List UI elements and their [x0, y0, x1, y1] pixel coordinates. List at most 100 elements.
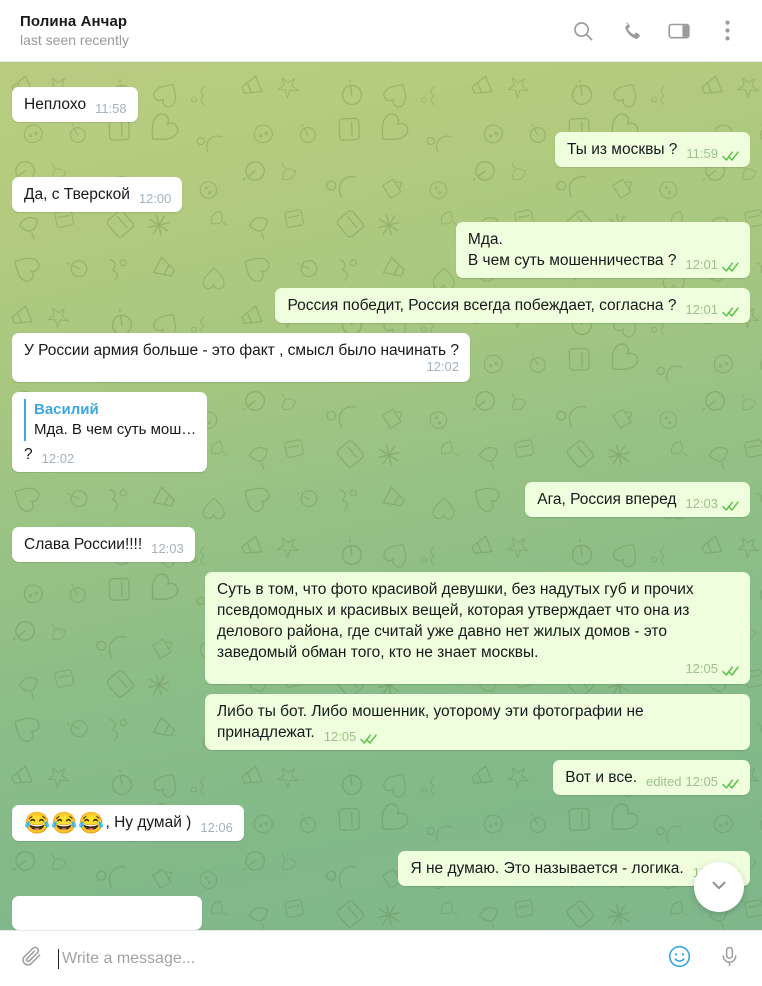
reply-quote-author: Василий	[34, 401, 99, 418]
message-text: 😂😂😂, Ну думай )	[24, 812, 192, 835]
message-timestamp: 12:01	[685, 257, 718, 272]
message-text: Либо ты бот. Либо мошенник, уоторому эти…	[217, 703, 648, 741]
sidebar-panel-button[interactable]	[660, 12, 698, 50]
message-row: Либо ты бот. Либо мошенник, уоторому эти…	[12, 694, 750, 750]
read-receipt-double-check-icon	[722, 500, 739, 512]
message-text: У России армия больше - это факт , смысл…	[24, 342, 460, 359]
search-icon	[572, 20, 594, 42]
message-meta: 12:03	[685, 496, 739, 512]
message-text: Неплохо	[24, 96, 87, 113]
emoji-button[interactable]	[664, 944, 694, 974]
message-row: Ты из москвы ? 11:59	[12, 132, 750, 167]
outgoing-message-bubble[interactable]: Ты из москвы ? 11:59	[555, 132, 750, 167]
message-timestamp: 12:00	[138, 191, 172, 206]
incoming-message-bubble[interactable]	[12, 896, 202, 930]
message-row: Слава России!!!! 12:03	[12, 527, 750, 562]
message-row: 😂😂😂, Ну думай ) 12:06	[12, 805, 750, 841]
message-timestamp: 12:01	[685, 302, 718, 317]
read-receipt-double-check-icon	[722, 778, 739, 790]
message-row: Я не думаю. Это называется - логика.12:0	[12, 851, 750, 886]
read-receipt-double-check-icon	[722, 665, 739, 677]
message-row: Вот и все. edited 12:05	[12, 760, 750, 795]
message-timestamp: 11:59	[686, 146, 718, 161]
composer-actions	[664, 944, 744, 974]
smiley-icon	[667, 944, 692, 974]
message-meta: 12:00	[139, 191, 172, 207]
attach-button[interactable]	[14, 942, 48, 976]
emoji-run: 😂😂😂	[24, 812, 106, 835]
telegram-chat-window: Полина Анчар last seen recently Неплохо …	[0, 0, 762, 986]
message-text: ?	[24, 446, 33, 463]
chat-message-area[interactable]: Неплохо 11:58 Ты из москвы ? 11:59 Да, с Тве…	[0, 62, 762, 930]
message-timestamp: 12:02	[41, 451, 75, 466]
message-text: Суть в том, что фото красивой девушки, б…	[217, 581, 698, 661]
message-input[interactable]	[59, 949, 664, 968]
message-row: Василий Мда. В чем суть мош…? 12:02	[12, 392, 750, 472]
read-receipt-double-check-icon	[722, 306, 739, 318]
message-meta: 12:05	[324, 729, 378, 745]
message-timestamp: 12:05	[685, 661, 718, 676]
message-text: Ага, Россия вперед	[537, 491, 677, 508]
message-text: Ты из москвы ?	[567, 141, 678, 158]
outgoing-message-bubble[interactable]: Либо ты бот. Либо мошенник, уоторому эти…	[205, 694, 750, 750]
message-meta-line: 12:02	[24, 359, 459, 375]
incoming-message-bubble[interactable]: Слава России!!!! 12:03	[12, 527, 195, 562]
message-row: Ага, Россия вперед 12:03	[12, 482, 750, 517]
message-meta: 11:58	[95, 101, 127, 117]
message-row: Да, с Тверской 12:00	[12, 177, 750, 212]
message-row: У России армия больше - это факт , смысл…	[12, 333, 750, 382]
message-timestamp: 12:02	[426, 359, 460, 374]
message-composer	[0, 930, 762, 986]
message-text: Я не думаю. Это называется - логика.	[410, 860, 684, 877]
message-meta: 12:05	[685, 661, 739, 677]
message-row: Неплохо 11:58	[12, 87, 750, 122]
chat-status: last seen recently	[20, 31, 129, 48]
outgoing-message-bubble[interactable]: Мда. В чем суть мошенничества ? 12:01	[455, 222, 750, 278]
scroll-to-bottom-button[interactable]	[694, 862, 744, 912]
edited-label: edited	[646, 774, 682, 789]
search-button[interactable]	[564, 12, 602, 50]
voice-message-button[interactable]	[714, 944, 744, 974]
message-timestamp: 11:58	[95, 101, 127, 116]
message-row: Россия победит, Россия всегда побеждает,…	[12, 288, 750, 323]
paperclip-icon	[20, 945, 43, 973]
chevron-down-icon	[708, 874, 730, 901]
more-options-button[interactable]	[708, 12, 746, 50]
message-text: Слава России!!!!	[24, 536, 143, 553]
chat-header-info[interactable]: Полина Анчар last seen recently	[20, 12, 564, 50]
reply-quote[interactable]: Василий Мда. В чем суть мош…	[24, 399, 196, 441]
call-button[interactable]	[612, 12, 650, 50]
incoming-message-bubble[interactable]: Василий Мда. В чем суть мош…? 12:02	[12, 392, 208, 472]
incoming-message-bubble[interactable]: У России армия больше - это факт , смысл…	[12, 333, 471, 382]
page-title: Полина Анчар	[20, 12, 128, 30]
reply-quote-text: Мда. В чем суть мош…	[34, 421, 197, 438]
message-meta-line: 12:05	[217, 661, 739, 677]
message-meta: 12:02	[42, 451, 75, 467]
message-timestamp: 12:03	[151, 541, 184, 556]
message-meta: 11:59	[686, 146, 739, 162]
outgoing-message-bubble[interactable]: Суть в том, что фото красивой девушки, б…	[205, 572, 750, 684]
message-list: Неплохо 11:58 Ты из москвы ? 11:59 Да, с Тве…	[0, 62, 762, 930]
message-timestamp: 12:05	[685, 774, 718, 789]
incoming-message-bubble[interactable]: 😂😂😂, Ну думай ) 12:06	[12, 805, 244, 841]
outgoing-message-bubble[interactable]: Россия победит, Россия всегда побеждает,…	[275, 288, 750, 323]
message-meta: 12:03	[151, 541, 184, 557]
message-row: Суть в том, что фото красивой девушки, б…	[12, 572, 750, 684]
outgoing-message-bubble[interactable]: Вот и все. edited 12:05	[553, 760, 750, 795]
more-vertical-icon	[724, 20, 730, 41]
message-input-wrap[interactable]	[48, 948, 664, 969]
message-text: Россия победит, Россия всегда побеждает,…	[287, 297, 677, 314]
outgoing-message-bubble[interactable]: Ага, Россия вперед 12:03	[525, 482, 750, 517]
incoming-message-bubble[interactable]: Неплохо 11:58	[12, 87, 138, 122]
chat-header: Полина Анчар last seen recently	[0, 0, 762, 62]
message-meta: edited 12:05	[646, 774, 739, 790]
message-timestamp: 12:06	[200, 820, 233, 835]
read-receipt-double-check-icon	[722, 150, 739, 162]
incoming-message-bubble[interactable]: Да, с Тверской 12:00	[12, 177, 183, 212]
phone-icon	[620, 20, 642, 42]
message-text: Вот и все.	[565, 769, 638, 786]
sidebar-panel-icon	[667, 20, 691, 42]
message-meta: 12:01	[685, 257, 739, 273]
message-row	[12, 896, 750, 930]
message-meta: 12:06	[200, 820, 233, 836]
